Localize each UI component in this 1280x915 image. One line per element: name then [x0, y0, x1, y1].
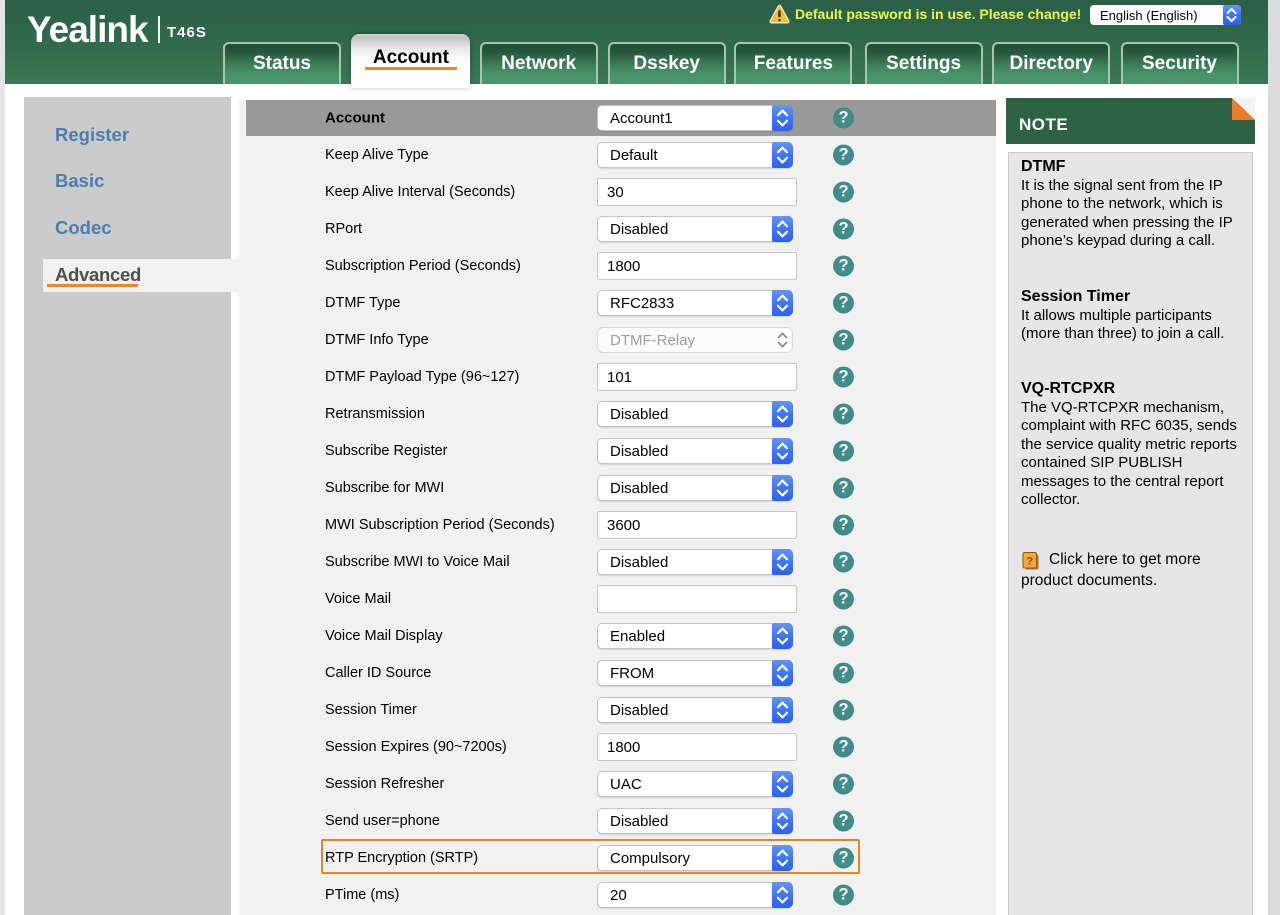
- svg-text:?: ?: [1026, 556, 1033, 568]
